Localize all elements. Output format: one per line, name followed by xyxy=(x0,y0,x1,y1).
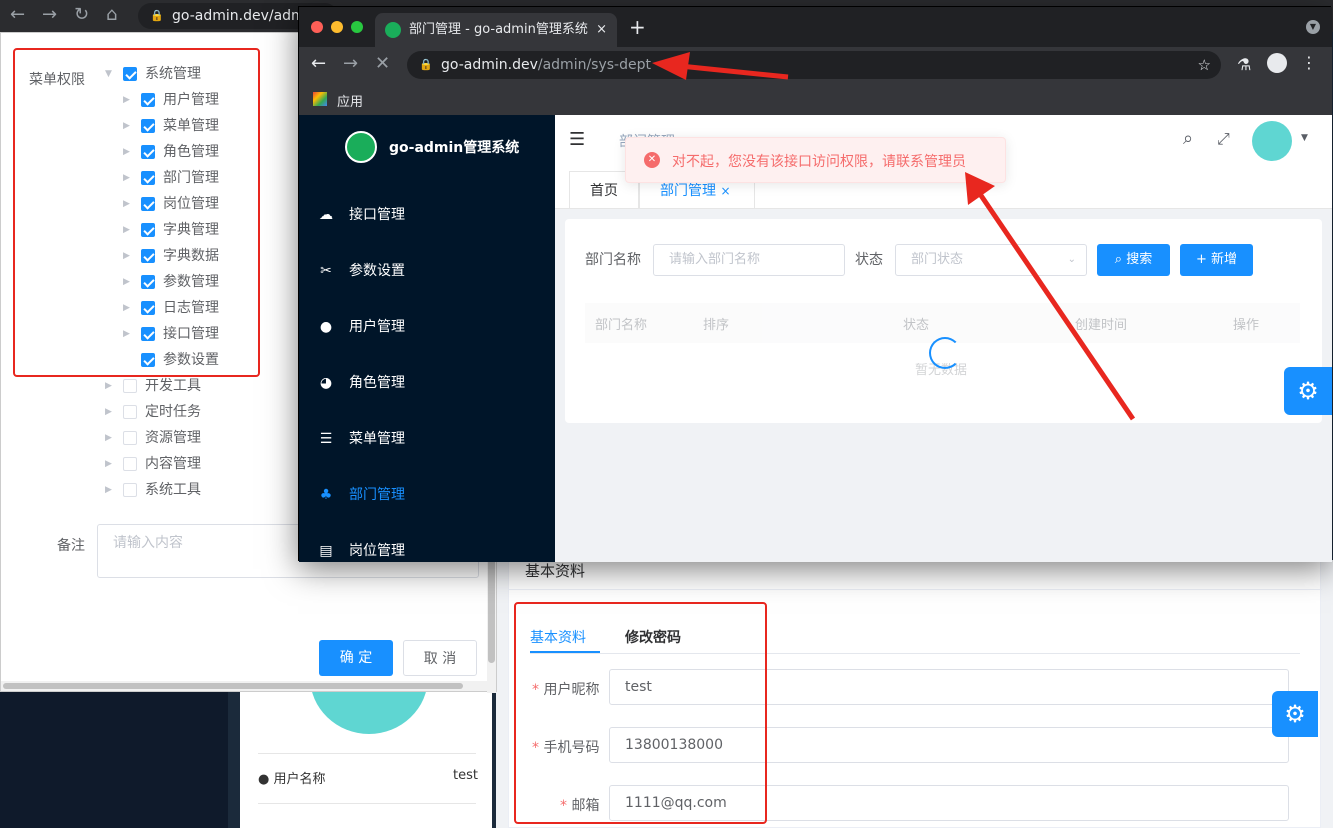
annotation-arrows xyxy=(652,52,1136,421)
arrow-to-url xyxy=(679,63,789,80)
arrowhead-error xyxy=(965,172,995,205)
arrowhead-url xyxy=(652,52,690,80)
arrow-to-error xyxy=(977,192,1136,421)
